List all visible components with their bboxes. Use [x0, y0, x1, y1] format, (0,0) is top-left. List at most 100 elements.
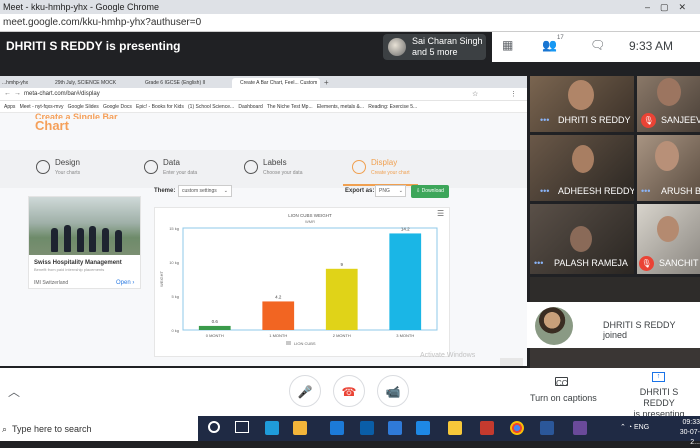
download-button[interactable]: ⇩ Download: [411, 185, 449, 198]
more-options-icon[interactable]: •••: [641, 186, 650, 196]
more-options-icon[interactable]: •••: [534, 258, 543, 268]
task-view-icon[interactable]: [235, 421, 249, 433]
participant-tile[interactable]: ••• DHRITI S REDDY: [530, 76, 634, 132]
edge-icon[interactable]: [265, 421, 279, 435]
participant-tile[interactable]: 🎙 SANCHIT: [637, 204, 700, 274]
y-tick-label: 10 kg: [169, 260, 179, 265]
shared-tab[interactable]: 29th July, SCIENCE MOCK TEST: [55, 78, 125, 96]
data-label: 4.2: [275, 294, 282, 299]
dropbox-icon[interactable]: [416, 421, 430, 435]
step-display-title[interactable]: Display: [371, 158, 397, 167]
more-options-icon[interactable]: •••: [540, 186, 549, 196]
back-icon[interactable]: ←: [4, 90, 11, 97]
bookmark[interactable]: Elements, metals &...: [317, 104, 364, 110]
bar-chart: LION CUBS WEIGHTWMR 0 kg 5 kg 10 kg 15 kg WEI…: [159, 213, 438, 346]
avatar: [535, 307, 573, 345]
url-text[interactable]: meet.google.com/kku-hmhp-yhx?authuser=0: [3, 17, 201, 28]
bar: [389, 233, 422, 330]
ad-open-link[interactable]: Open ›: [116, 280, 134, 286]
ad-title[interactable]: Swiss Hospitality Management: [34, 260, 122, 266]
present-icon[interactable]: ↑: [652, 372, 665, 382]
presenter-names: Sai Charan Singh and 5 more: [412, 36, 483, 58]
forward-icon[interactable]: →: [14, 90, 21, 97]
mail-icon[interactable]: [388, 421, 402, 435]
sticky-notes-icon[interactable]: [448, 421, 462, 435]
participant-tile[interactable]: ••• PALASH RAMEJA: [530, 204, 634, 274]
shared-tab[interactable]: Grade 6 IGCSE (English) II: [145, 78, 215, 88]
chrome-icon[interactable]: [510, 421, 524, 435]
bookmark[interactable]: Meet - nyt-fqxs-mvy: [20, 104, 64, 110]
x-tick-label: 3 MONTH: [396, 333, 414, 338]
participant-tile[interactable]: [530, 277, 700, 302]
wifi-icon[interactable]: ◔: [628, 424, 632, 431]
step-nav: [0, 150, 527, 188]
chart-subtitle: WMR: [305, 219, 315, 224]
shared-tab-active[interactable]: Create A Bar Chart, Feel... Custom: [232, 78, 320, 88]
system-tray[interactable]: ⌃ ◔ ENG: [620, 423, 649, 431]
leave-call-button[interactable]: ☎: [333, 375, 365, 407]
chevron-up-icon[interactable]: ⌃: [620, 424, 626, 431]
star-icon[interactable]: ☆: [472, 90, 478, 98]
bookmark[interactable]: (1) School Science...: [188, 104, 234, 110]
theme-select[interactable]: custom settings ⌄: [178, 185, 232, 197]
captions-icon[interactable]: CC: [555, 377, 568, 388]
store-icon[interactable]: [360, 421, 374, 435]
shared-address-bar[interactable]: meta-chart.com/bar#/display: [0, 88, 527, 101]
hang-up-icon: ☎: [341, 385, 357, 399]
mic-button[interactable]: 🎤: [289, 375, 321, 407]
edge-browser-icon[interactable]: [330, 421, 344, 435]
bookmark[interactable]: Google Docs: [103, 104, 132, 110]
chevron-up-icon[interactable]: ︿: [8, 383, 20, 400]
participant-tile[interactable]: ••• ADHEESH REDDY: [530, 135, 634, 201]
new-tab-icon[interactable]: +: [324, 78, 329, 87]
bookmark[interactable]: Epic! - Books for Kids: [136, 104, 184, 110]
teams-icon[interactable]: [573, 421, 587, 435]
bookmark[interactable]: The Niche Test Mp...: [267, 104, 313, 110]
captions-button[interactable]: Turn on captions: [530, 393, 597, 403]
participant-tile[interactable]: [530, 348, 700, 368]
participant-tile[interactable]: ••• ARUSH BU: [637, 135, 700, 201]
cortana-icon[interactable]: [208, 421, 220, 433]
file-explorer-icon[interactable]: [293, 421, 307, 435]
word-icon[interactable]: [540, 421, 554, 435]
participant-name: SANJEEV: [661, 115, 700, 125]
chart-menu-icon[interactable]: ☰: [437, 209, 444, 218]
step-design-title[interactable]: Design: [55, 158, 80, 167]
step-display-sub: Create your chart: [371, 170, 410, 176]
participant-name: ARUSH BU: [661, 186, 700, 196]
participant-tile[interactable]: 🎙 SANJEEV: [637, 76, 700, 132]
step-data-sub: Enter your data: [163, 170, 198, 176]
window-controls[interactable]: –▢✕: [645, 0, 696, 14]
presenter-name-line1: Sai Charan Singh: [412, 36, 483, 46]
bookmark[interactable]: Google Slides: [68, 104, 99, 110]
data-label: 9: [340, 262, 343, 267]
menu-icon[interactable]: ⋮: [510, 90, 517, 98]
taskbar-search-placeholder[interactable]: Type here to search: [12, 424, 92, 434]
chat-icon[interactable]: 🗨: [590, 38, 605, 52]
shared-tab[interactable]: ...hmhp-yhx: [2, 78, 42, 88]
export-select[interactable]: PNG ⌄: [375, 185, 406, 197]
avatar: [388, 38, 406, 56]
step-design-sub: Your charts: [55, 170, 81, 176]
display-step-icon: [352, 160, 366, 174]
more-options-icon[interactable]: •••: [540, 115, 549, 125]
data-label: 0.6: [212, 319, 219, 324]
language-indicator[interactable]: ENG: [634, 424, 649, 431]
taskbar-clock[interactable]: 09:33 30-07-2...: [672, 418, 700, 448]
bookmark[interactable]: Dashboard: [238, 104, 262, 110]
step-data-title[interactable]: Data: [163, 158, 180, 167]
taskbar-date: 30-07-2...: [679, 429, 700, 446]
ad-open-label[interactable]: Open: [116, 280, 131, 286]
people-icon[interactable]: 👥: [542, 38, 557, 52]
bookmark[interactable]: Apps: [4, 104, 15, 110]
shared-scrollbar[interactable]: [500, 358, 523, 366]
app-icon[interactable]: [480, 421, 494, 435]
step-labels-title[interactable]: Labels: [263, 158, 287, 167]
y-axis-label: WEIGHT: [159, 270, 164, 287]
bookmark[interactable]: Reading: Exercise 5...: [368, 104, 417, 110]
address-bar[interactable]: meet.google.com/kku-hmhp-yhx?authuser=0: [0, 14, 700, 32]
layout-grid-icon[interactable]: ▦: [502, 38, 513, 52]
camera-button[interactable]: 📹: [377, 375, 409, 407]
shared-url[interactable]: meta-chart.com/bar#/display: [24, 91, 100, 97]
window-title: Meet - kku-hmhp-yhx - Google Chrome: [3, 2, 160, 12]
